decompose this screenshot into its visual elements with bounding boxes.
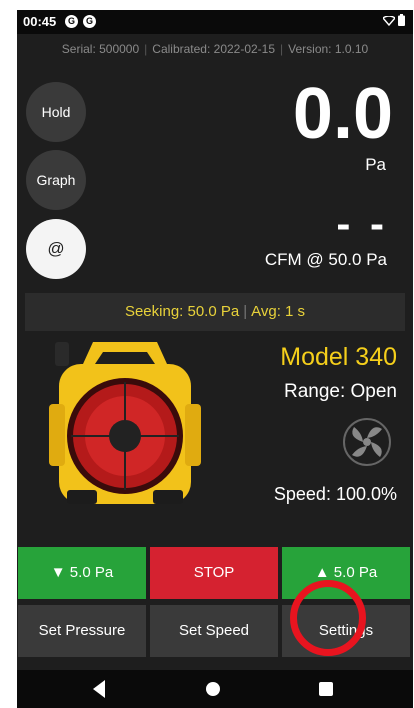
pressure-unit: Pa: [365, 155, 386, 174]
serial-number: Serial: 500000: [61, 42, 140, 56]
model-name: Model 340: [280, 343, 397, 371]
android-nav-bar: [17, 670, 413, 708]
pressure-reading: 0.0: [292, 74, 393, 154]
flow-reading: - -: [336, 200, 388, 247]
hold-button[interactable]: Hold: [26, 82, 86, 142]
averaging-period: Avg: 1 s: [251, 303, 306, 320]
decrease-pressure-button[interactable]: ▼ 5.0 Pa: [18, 547, 146, 599]
notification-g-icon: G: [83, 15, 96, 28]
graph-button[interactable]: Graph: [26, 150, 86, 210]
fan-speed-icon: [343, 418, 391, 466]
stop-button[interactable]: STOP: [150, 547, 278, 599]
status-bar: 00:45 G G: [17, 10, 413, 34]
flow-unit-label: CFM @ 50.0 Pa: [264, 250, 387, 269]
blower-fan-image: [49, 342, 201, 504]
settings-button[interactable]: Settings: [282, 605, 410, 657]
fan-speed: Speed: 100.0%: [273, 484, 397, 504]
increase-pressure-button[interactable]: ▲ 5.0 Pa: [282, 547, 410, 599]
status-time: 00:45: [23, 14, 57, 29]
battery-icon: [398, 14, 405, 26]
seek-status-bar: Seeking: 50.0 Pa | Avg: 1 s: [25, 293, 405, 331]
app-version: Version: 1.0.10: [288, 42, 369, 56]
status-right-icons: [381, 14, 405, 28]
notification-g-icon: G: [65, 15, 78, 28]
seeking-target: Seeking: 50.0 Pa: [124, 303, 240, 320]
phone-screen: 00:45 G G Serial: 500000 | Calibrated: 202…: [17, 10, 413, 708]
range-setting: Range: Open: [283, 381, 397, 402]
set-speed-button[interactable]: Set Speed: [150, 605, 278, 657]
set-pressure-button[interactable]: Set Pressure: [18, 605, 146, 657]
recent-apps-icon[interactable]: [319, 682, 333, 696]
device-info-bar: Serial: 500000 | Calibrated: 2022-02-15 | Ve…: [61, 42, 369, 56]
calibration-date: Calibrated: 2022-02-15: [152, 42, 276, 56]
home-icon[interactable]: [206, 682, 220, 696]
at-mode-button[interactable]: @: [26, 219, 86, 279]
back-icon[interactable]: [93, 680, 105, 698]
wifi-icon: [381, 15, 396, 27]
